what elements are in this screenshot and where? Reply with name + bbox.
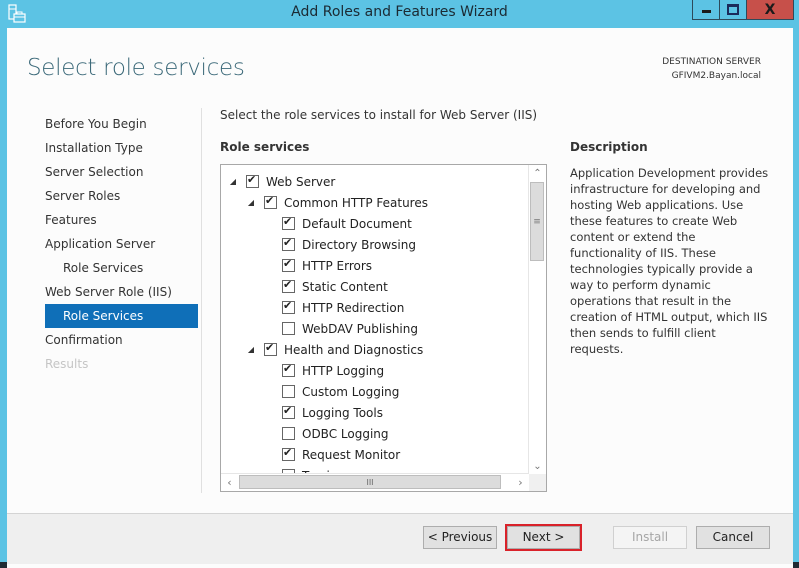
checkbox[interactable] [282,446,295,461]
checkbox[interactable] [264,194,277,209]
tree-item[interactable]: HTTP Logging [282,360,384,381]
tree-item-label: Common HTTP Features [284,195,428,210]
scroll-left-icon[interactable]: ‹ [221,474,238,491]
tree-item-label: Logging Tools [302,405,383,420]
nav-item-results: Results [45,357,89,371]
install-button: Install [613,526,687,549]
next-button[interactable]: Next > [505,524,582,551]
checkbox[interactable] [246,173,259,188]
tree-item[interactable]: ◢ Common HTTP Features [246,192,428,213]
tree-item[interactable]: ODBC Logging [282,423,389,444]
previous-button[interactable]: < Previous [423,526,497,549]
checkbox[interactable] [282,278,295,293]
nav-item-web-server-role-iis[interactable]: Web Server Role (IIS) [45,280,198,304]
tree-item-label: ODBC Logging [302,426,389,441]
tree-item-label: Web Server [266,174,336,189]
tree-item[interactable]: Default Document [282,213,412,234]
tree-item-label: Static Content [302,279,388,294]
tree-item[interactable]: ◢ Web Server [228,171,335,192]
role-services-label: Role services [220,140,310,154]
checkbox[interactable] [282,362,295,377]
checkbox[interactable] [264,341,277,356]
nav-divider [201,108,202,493]
destination-server-info: DESTINATION SERVER GFIVM2.Bayan.local [662,55,761,83]
tree-item[interactable]: Request Monitor [282,444,400,465]
checkbox[interactable] [282,322,295,335]
wizard-client-area: Select role services DESTINATION SERVER … [7,28,793,568]
checkbox[interactable] [282,299,295,314]
horizontal-scroll-thumb[interactable]: III [239,475,501,489]
vertical-scrollbar[interactable]: ⌃ ≡ ⌄ [528,165,546,475]
title-bar[interactable]: Add Roles and Features Wizard X [0,0,799,28]
tree-item-label: HTTP Logging [302,363,385,378]
minimize-icon [701,9,711,13]
expand-collapse-icon[interactable]: ◢ [246,198,256,207]
vertical-scroll-thumb[interactable]: ≡ [530,182,544,261]
role-services-tree[interactable]: ◢ Web Server ◢ Common HTTP Features Default … [220,164,547,492]
tree-item-label: Custom Logging [302,384,400,399]
nav-item-role-services[interactable]: Role Services [45,304,198,328]
wizard-steps-nav: Before You Begin Installation Type Server … [45,112,198,376]
expand-collapse-icon[interactable]: ◢ [246,345,256,354]
checkbox[interactable] [282,404,295,419]
nav-item-application-server[interactable]: Application Server [45,232,198,256]
tree-item-label: HTTP Redirection [302,300,405,315]
tree-item-label: Directory Browsing [302,237,416,252]
instruction-text: Select the role services to install for … [220,108,538,122]
checkbox[interactable] [282,215,295,230]
tree-item-label: Health and Diagnostics [284,342,424,357]
expand-collapse-icon[interactable]: ◢ [228,177,238,186]
tree-item[interactable]: Custom Logging [282,381,399,402]
description-title: Description [570,140,648,154]
tree-item-label: HTTP Errors [302,258,373,273]
tree-item[interactable]: Static Content [282,276,388,297]
horizontal-scrollbar[interactable]: ‹ III › [221,473,529,491]
page-title: Select role services [27,55,245,81]
tree-item[interactable]: ◢ Health and Diagnostics [246,339,423,360]
nav-item-before-you-begin[interactable]: Before You Begin [45,112,198,136]
maximize-icon [727,4,739,15]
nav-item-installation-type[interactable]: Installation Type [45,136,198,160]
nav-item-confirmation[interactable]: Confirmation [45,328,198,352]
scroll-right-icon[interactable]: › [512,474,529,491]
destination-server-name: GFIVM2.Bayan.local [671,71,761,81]
close-icon: X [764,1,776,18]
tree-item[interactable]: Logging Tools [282,402,383,423]
scrollbar-corner [529,474,546,491]
description-text: Application Development provides infrast… [570,166,769,356]
checkbox[interactable] [282,427,295,440]
checkbox[interactable] [282,236,295,251]
tree-item-label: Request Monitor [302,447,401,462]
cancel-button[interactable]: Cancel [696,526,770,549]
close-button[interactable]: X [747,0,794,20]
wizard-window: Add Roles and Features Wizard X Select r… [0,0,799,568]
destination-label: DESTINATION SERVER [662,57,761,67]
wizard-content: Select role services DESTINATION SERVER … [7,28,793,513]
scroll-down-icon[interactable]: ⌄ [529,458,546,475]
nav-item-server-selection[interactable]: Server Selection [45,160,198,184]
tree-item[interactable]: Directory Browsing [282,234,416,255]
scroll-up-icon[interactable]: ⌃ [529,165,546,182]
window-title: Add Roles and Features Wizard [291,4,508,20]
minimize-button[interactable] [692,0,720,20]
maximize-button[interactable] [720,0,747,20]
tree-item[interactable]: WebDAV Publishing [282,318,418,339]
checkbox[interactable] [282,385,295,398]
tree-item[interactable]: HTTP Redirection [282,297,404,318]
nav-item-server-roles[interactable]: Server Roles [45,184,198,208]
tree-item-label: Default Document [302,216,412,231]
wizard-footer: < Previous Next > Install Cancel [7,513,793,564]
nav-item-features[interactable]: Features [45,208,198,232]
tree-item-label: WebDAV Publishing [302,321,418,336]
tree-item[interactable]: HTTP Errors [282,255,372,276]
nav-item-role-services[interactable]: Role Services [45,256,198,280]
checkbox[interactable] [282,257,295,272]
